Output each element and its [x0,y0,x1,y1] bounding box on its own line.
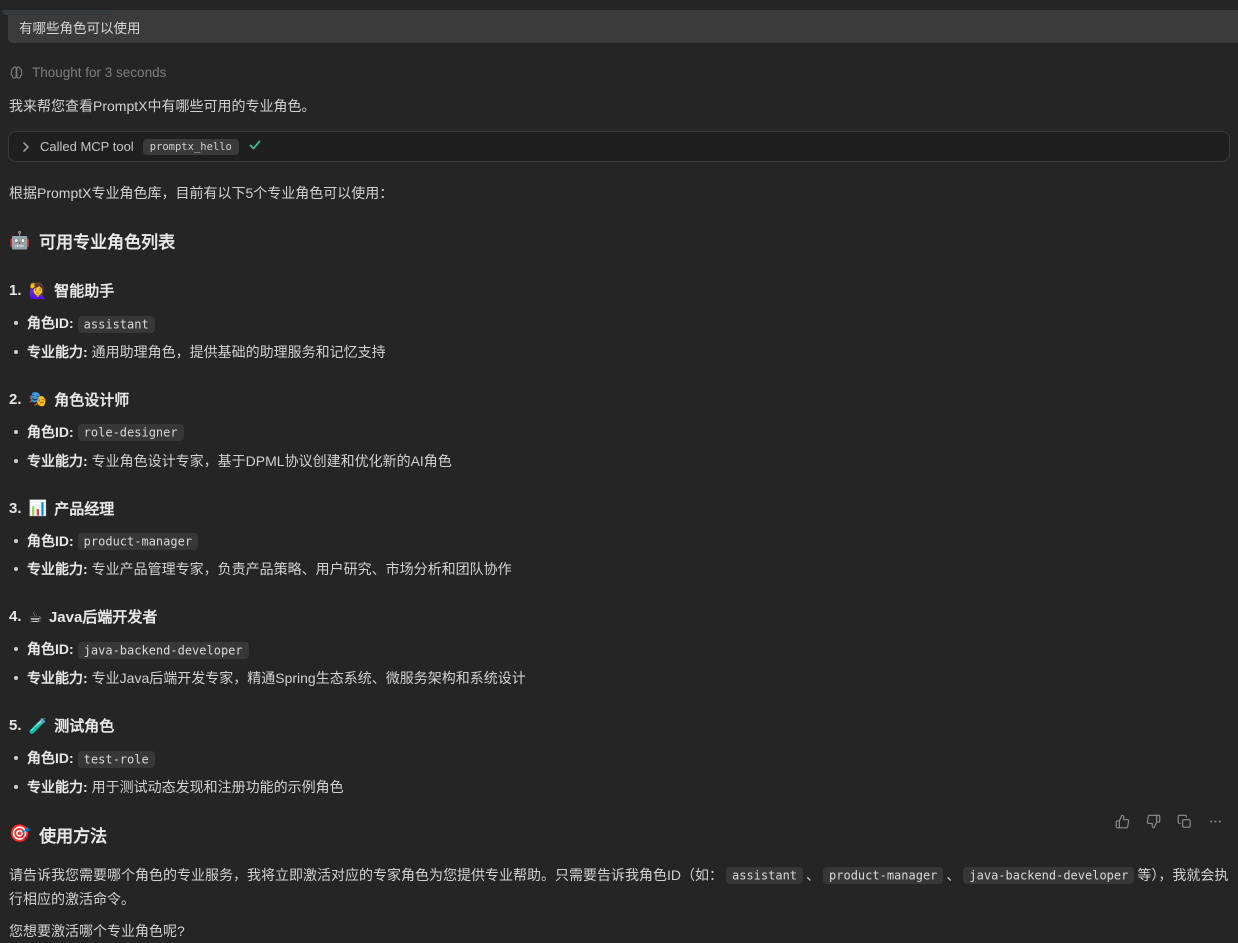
role-ability-item: 专业能力:专业Java后端开发专家，精通Spring生态系统、微服务架构和系统设… [9,669,1229,688]
mcp-tool-label: Called MCP tool [40,139,134,154]
mcp-tool-call-row[interactable]: Called MCP tool promptx_hello [8,131,1230,162]
lead-text: 根据PromptX专业角色库，目前有以下5个专业角色可以使用： [9,183,1229,203]
role-ability-item: 专业能力:通用助理角色，提供基础的助理服务和记忆支持 [9,343,1229,362]
brain-icon [9,65,24,80]
role-id-item: 角色ID:java-backend-developer [9,640,1229,659]
usage-code-product-manager: product-manager [823,867,943,884]
thought-duration-toggle[interactable]: Thought for 3 seconds [9,65,1238,80]
previous-message-edge [2,10,114,15]
role-id-code: role-designer [78,424,184,441]
role-id-item: 角色ID:product-manager [9,532,1229,551]
more-options-button[interactable] [1204,810,1226,832]
role-heading-3: 3. 📊 产品经理 [9,498,1229,519]
role-detail-list: 角色ID:test-role 专业能力:用于测试动态发现和注册功能的示例角色 [9,749,1229,797]
thumbs-up-icon [1115,814,1130,829]
role-heading-2: 2. 🎭 角色设计师 [9,389,1229,410]
usage-paragraph: 请告诉我您需要哪个角色的专业服务，我将立即激活对应的专家角色为您提供专业帮助。只… [9,864,1229,912]
usage-heading: 🎯 使用方法 [9,822,1229,847]
role-ability-item: 专业能力:专业产品管理专家，负责产品策略、用户研究、市场分析和团队协作 [9,560,1229,579]
target-emoji-icon: 🎯 [9,824,30,844]
role-detail-list: 角色ID:java-backend-developer 专业能力:专业Java后… [9,640,1229,688]
assistant-markdown-body: 根据PromptX专业角色库，目前有以下5个专业角色可以使用： 🤖 可用专业角色… [0,183,1238,943]
role-id-item: 角色ID:role-designer [9,423,1229,442]
role-ability-item: 专业能力:专业角色设计专家，基于DPML协议创建和优化新的AI角色 [9,452,1229,471]
coffee-emoji-icon: ☕ [29,608,42,626]
mcp-tool-name-badge: promptx_hello [143,139,239,155]
test-tube-emoji-icon: 🧪 [29,717,48,735]
checkmark-icon [248,138,262,155]
roles-heading: 🤖 可用专业角色列表 [9,228,1229,253]
closing-question: 您想要激活哪个专业角色呢? [9,920,1229,943]
role-detail-list: 角色ID:role-designer 专业能力:专业角色设计专家，基于DPML协… [9,423,1229,471]
role-id-item: 角色ID:test-role [9,749,1229,768]
role-heading-1: 1. 🙋‍♀️ 智能助手 [9,280,1229,301]
more-ellipsis-icon [1208,814,1223,829]
chevron-right-icon [21,139,31,155]
user-message-text: 有哪些角色可以使用 [19,17,141,37]
role-id-code: test-role [78,751,155,768]
raising-hand-emoji-icon: 🙋‍♀️ [29,282,48,300]
role-ability-item: 专业能力:用于测试动态发现和注册功能的示例角色 [9,778,1229,797]
thumbs-down-button[interactable] [1142,810,1164,832]
thumbs-down-icon [1146,814,1161,829]
assistant-intro-text: 我来帮您查看PromptX中有哪些可用的专业角色。 [9,96,1229,116]
masks-emoji-icon: 🎭 [29,390,48,408]
thumbs-up-button[interactable] [1111,810,1133,832]
role-id-item: 角色ID:assistant [9,314,1229,333]
user-message-bubble[interactable]: 有哪些角色可以使用 [8,10,1238,43]
role-id-code: assistant [78,316,155,333]
thought-label: Thought for 3 seconds [32,65,166,80]
usage-code-assistant: assistant [726,867,803,884]
robot-emoji-icon: 🤖 [9,231,30,251]
copy-icon [1177,814,1192,829]
message-action-bar [1111,810,1226,832]
bar-chart-emoji-icon: 📊 [29,499,48,517]
role-heading-4: 4. ☕ Java后端开发者 [9,606,1229,627]
role-detail-list: 角色ID:product-manager 专业能力:专业产品管理专家，负责产品策… [9,532,1229,580]
role-id-code: product-manager [78,533,198,550]
role-id-code: java-backend-developer [78,642,249,659]
copy-button[interactable] [1173,810,1195,832]
usage-code-java-backend-developer: java-backend-developer [963,867,1134,884]
role-heading-5: 5. 🧪 测试角色 [9,715,1229,736]
role-detail-list: 角色ID:assistant 专业能力:通用助理角色，提供基础的助理服务和记忆支… [9,314,1229,362]
